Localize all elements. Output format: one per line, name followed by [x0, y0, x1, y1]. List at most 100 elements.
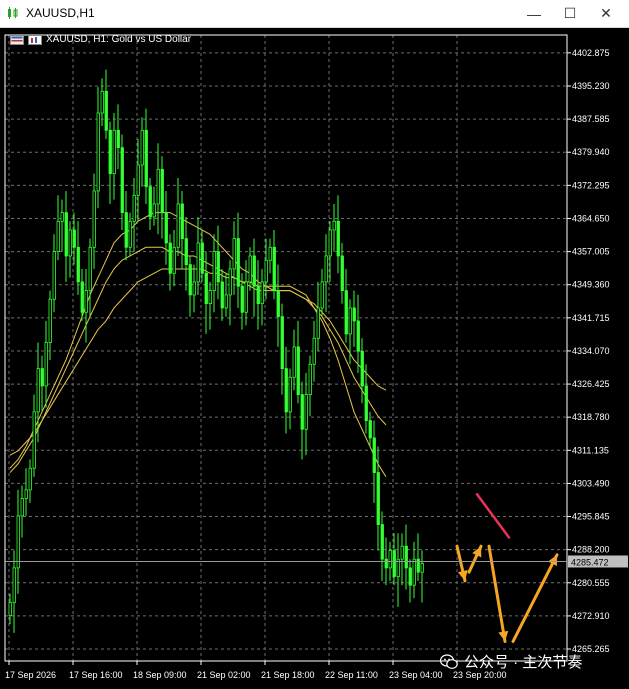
candle-body	[400, 545, 404, 560]
candle-body	[408, 567, 412, 586]
candle-body	[132, 194, 136, 222]
candle-body	[284, 368, 288, 413]
candle-body	[12, 567, 16, 603]
candle-body	[344, 290, 348, 335]
candle-body	[116, 129, 120, 149]
candle-body	[292, 346, 296, 378]
candle-body	[24, 489, 28, 499]
price-tick-label: 4395.230	[572, 81, 610, 91]
candle-body	[68, 229, 72, 257]
candle-body	[64, 212, 68, 257]
candle-body	[180, 203, 184, 240]
chart-header: XAUUSD, H1: Gold vs US Dollar	[10, 34, 191, 45]
price-tick-label: 4387.585	[572, 114, 610, 124]
price-tick-label: 4318.780	[572, 412, 610, 422]
candle-body	[276, 290, 280, 317]
candle-body	[164, 212, 168, 244]
candle-body	[324, 255, 328, 283]
candle-body	[332, 220, 336, 231]
candle-body	[16, 515, 20, 569]
candle-body	[88, 246, 92, 291]
close-button[interactable]: ✕	[590, 0, 622, 27]
candle-body	[28, 467, 32, 491]
candle-body	[44, 342, 48, 387]
candle-body	[148, 186, 152, 218]
candle-body	[200, 242, 204, 274]
candle-body	[168, 242, 172, 274]
candle-body	[372, 437, 376, 473]
candle-body	[296, 346, 300, 395]
candle-body	[52, 251, 56, 300]
candle-body	[144, 129, 148, 188]
time-tick-label: 21 Sep 02:00	[197, 670, 251, 680]
candle-body	[328, 229, 332, 257]
chart-app-icon	[8, 7, 18, 19]
candle-body	[364, 385, 368, 421]
candle-body	[72, 229, 76, 248]
candle-body	[216, 251, 220, 283]
candle-body	[56, 220, 60, 253]
price-chart[interactable]: 4402.875 4395.230 4387.585 4379.940 4372.295…	[0, 28, 629, 689]
window-titlebar: XAUUSD,H1 — ☐ ✕	[0, 0, 629, 28]
candle-body	[96, 112, 100, 192]
candle-body	[32, 411, 36, 469]
candle-body	[368, 420, 372, 439]
candle-body	[140, 129, 144, 166]
candle-body	[316, 307, 320, 339]
candle-body	[268, 246, 272, 261]
candle-body	[100, 90, 104, 114]
candle-body	[384, 558, 388, 569]
watermark: 公众号 · 主次节奏	[440, 651, 582, 672]
window-title: XAUUSD,H1	[26, 6, 95, 20]
maximize-button[interactable]: ☐	[554, 0, 586, 27]
candle-body	[352, 307, 356, 322]
candle-body	[320, 281, 324, 309]
minimize-button[interactable]: —	[518, 0, 550, 27]
candle-body	[260, 281, 264, 304]
time-tick-label: 22 Sep 11:00	[325, 670, 378, 680]
chart-symbol-description: XAUUSD, H1: Gold vs US Dollar	[46, 34, 192, 45]
candle-body	[240, 285, 244, 313]
candle-body	[232, 238, 236, 270]
candle-body	[220, 281, 224, 309]
chart-icon	[28, 34, 42, 45]
candle-body	[244, 281, 248, 313]
candle-body	[152, 203, 156, 218]
red-projection-line	[475, 492, 511, 539]
watermark-text: 公众号 · 主次节奏	[464, 654, 583, 671]
candle-body	[108, 129, 112, 175]
candle-body	[300, 394, 304, 430]
candle-body	[404, 545, 408, 569]
price-tick-label: 4379.940	[572, 147, 610, 157]
time-tick-label: 23 Sep 04:00	[389, 670, 443, 680]
price-tick-label: 4295.845	[572, 512, 610, 522]
price-tick-label: 4334.070	[572, 346, 610, 356]
price-tick-label: 4303.490	[572, 478, 610, 488]
orange-arrow-line	[511, 553, 559, 644]
price-tick-label: 4357.005	[572, 247, 610, 257]
candle-body	[36, 368, 40, 413]
candle-body	[288, 376, 292, 413]
candle-body	[192, 281, 196, 296]
candle-body	[420, 563, 424, 573]
candle-body	[252, 255, 256, 287]
chart-area[interactable]: 4402.875 4395.230 4387.585 4379.940 4372.295…	[0, 28, 629, 689]
candle-body	[128, 220, 132, 248]
candle-body	[212, 251, 216, 291]
candle-body	[60, 212, 64, 222]
candle-body	[120, 147, 124, 214]
candle-body	[236, 238, 240, 287]
price-tick-label: 4280.555	[572, 578, 610, 588]
time-tick-label: 17 Sep 2026	[5, 670, 56, 680]
price-tick-label: 4326.425	[572, 379, 610, 389]
candle-body	[392, 550, 396, 577]
candle-body	[136, 164, 140, 196]
candle-body	[280, 316, 284, 369]
candle-body	[348, 307, 352, 335]
candle-body	[80, 281, 84, 313]
candle-body	[380, 524, 384, 560]
time-tick-label: 18 Sep 09:00	[133, 670, 187, 680]
candle-body	[188, 264, 192, 296]
price-tick-label: 4272.910	[572, 611, 610, 621]
candle-body	[264, 259, 268, 283]
